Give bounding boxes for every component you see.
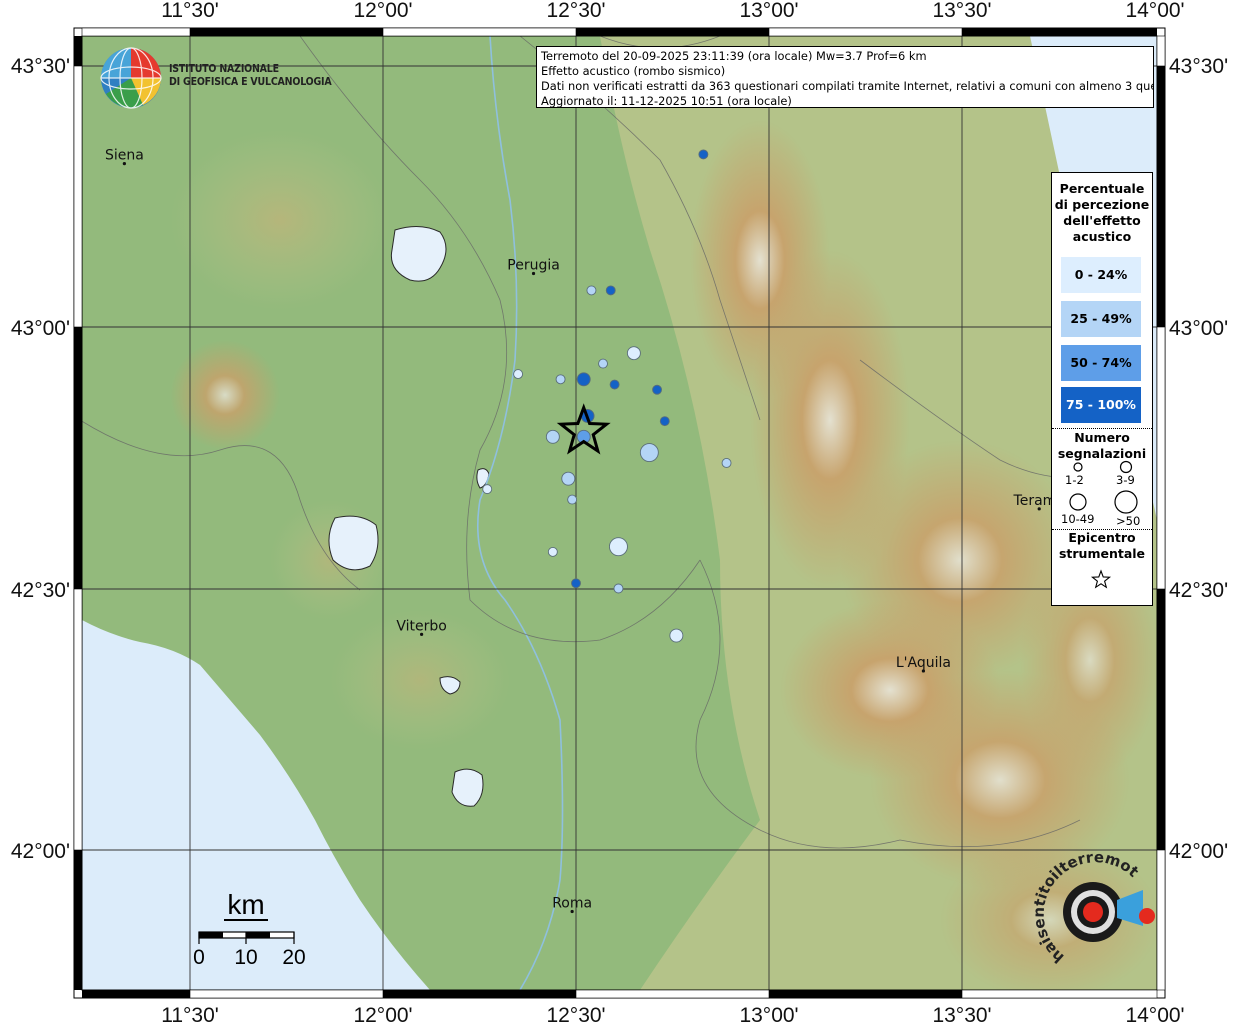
city-label: L'Aquila <box>896 655 951 671</box>
observation-circle <box>586 285 597 296</box>
lat-tick-label: 42°30' <box>1169 579 1228 602</box>
lat-tick-label: 42°00' <box>1169 840 1228 863</box>
legend-panel: Percentuale di percezione dell'effetto a… <box>1051 172 1153 606</box>
lat-tick-label: 43°30' <box>1169 55 1228 78</box>
observation-circle <box>576 372 591 387</box>
ingv-globe-logo <box>100 47 162 109</box>
epicenter-star-icon <box>1090 569 1112 589</box>
latitude-labels-left: 43°30' 43°00' 42°30' 42°00' <box>11 55 70 863</box>
lat-tick-label: 42°30' <box>11 579 70 602</box>
legend-count-label: >50 <box>1116 514 1141 528</box>
lon-tick-label: 12°30' <box>546 1004 605 1024</box>
lon-tick-label: 14°00' <box>1125 1004 1184 1024</box>
scale-bar-label: 10 <box>234 946 257 969</box>
longitude-labels-top: 11°30' 12°00' 12°30' 13°00' 13°30' 14°00… <box>161 0 1184 22</box>
scale-bar-label: 0 <box>193 946 205 969</box>
legend-epicenter-title: Epicentro strumentale <box>1052 530 1152 562</box>
effect-type: Effetto acustico (rombo sismico) <box>541 64 726 78</box>
institute-name-line: ISTITUTO NAZIONALE <box>169 63 279 75</box>
institute-name: ISTITUTO NAZIONALE DI GEOFISICA E VULCAN… <box>169 63 332 89</box>
observation-circle <box>545 429 560 444</box>
data-note: Dati non verificati estratti da 363 ques… <box>541 79 1154 93</box>
lat-tick-label: 43°30' <box>11 55 70 78</box>
legend-count-label: 1-2 <box>1065 473 1084 487</box>
lon-tick-label: 12°00' <box>353 0 412 22</box>
lon-tick-label: 12°00' <box>353 1004 412 1024</box>
legend-class-swatch: 75 - 100% <box>1061 387 1141 423</box>
observation-circle <box>547 546 558 557</box>
scale-bar-label: 20 <box>282 946 305 969</box>
lon-tick-label: 14°00' <box>1125 0 1184 22</box>
legend-size-circle <box>1114 490 1138 514</box>
observation-circle <box>613 583 624 594</box>
observation-circle <box>698 149 709 160</box>
legend-title-line: acustico <box>1072 229 1132 244</box>
legend-title: Percentuale di percezione dell'effetto a… <box>1052 181 1152 245</box>
observation-circle <box>669 628 684 643</box>
legend-count-label: 10-49 <box>1061 512 1095 526</box>
legend-title-line: Percentuale <box>1059 181 1145 196</box>
observation-circle <box>598 358 608 369</box>
legend-size-circle <box>1119 460 1133 474</box>
lon-tick-label: 12°30' <box>546 0 605 22</box>
legend-title-line: di percezione <box>1054 197 1150 212</box>
city-label: Siena <box>105 148 144 164</box>
observation-circle <box>652 384 663 395</box>
lat-tick-label: 42°00' <box>11 840 70 863</box>
city-label: Roma <box>552 896 592 912</box>
legend-count-title-line: Numero <box>1074 430 1130 445</box>
observation-circle <box>609 379 620 390</box>
event-title: Terremoto del 20-09-2025 23:11:39 (ora l… <box>541 49 927 63</box>
legend-epicenter-line: Epicentro <box>1068 530 1136 545</box>
city-label: Perugia <box>507 257 560 273</box>
legend-title-line: dell'effetto <box>1063 213 1141 228</box>
observation-circle <box>567 494 578 505</box>
institute-name-line: DI GEOFISICA E VULCANOLOGIA <box>169 76 332 88</box>
legend-size-circle <box>1069 493 1087 511</box>
observation-circle <box>513 369 524 380</box>
observation-circle <box>561 471 576 486</box>
scale-bar-unit: km <box>227 889 264 920</box>
lat-tick-label: 43°00' <box>1169 317 1228 340</box>
longitude-labels-bottom: 11°30' 12°00' 12°30' 13°00' 13°30' 14°00… <box>161 1004 1184 1024</box>
lon-tick-label: 11°30' <box>161 0 219 22</box>
observation-circle <box>659 416 670 427</box>
latitude-labels-right: 43°30' 43°00' 42°30' 42°00' <box>1169 55 1228 863</box>
observation-circle <box>482 484 493 495</box>
observation-circle <box>555 374 566 385</box>
observation-circle <box>605 285 616 296</box>
observation-circle <box>626 346 641 361</box>
lon-tick-label: 13°00' <box>739 1004 798 1024</box>
lon-tick-label: 13°30' <box>932 1004 991 1024</box>
legend-class-swatch: 50 - 74% <box>1061 345 1141 381</box>
legend-class-swatch: 25 - 49% <box>1061 301 1141 337</box>
observation-circle <box>721 458 732 468</box>
lat-tick-label: 43°00' <box>11 317 70 340</box>
lon-tick-label: 13°00' <box>739 0 798 22</box>
event-info-box: Terremoto del 20-09-2025 23:11:39 (ora l… <box>536 46 1154 108</box>
observation-circle <box>609 537 628 557</box>
legend-epicenter-line: strumentale <box>1058 546 1146 561</box>
legend-class-swatch: 0 - 24% <box>1061 257 1141 293</box>
legend-count-label: 3-9 <box>1116 473 1135 487</box>
legend-divider <box>1052 428 1152 429</box>
observation-circle <box>639 443 659 462</box>
observation-circle <box>571 578 581 589</box>
lon-tick-label: 13°30' <box>932 0 991 22</box>
city-label: Viterbo <box>396 618 446 634</box>
updated-timestamp: Aggiornato il: 11-12-2025 10:51 (ora loc… <box>541 94 792 108</box>
terrain-relief <box>82 36 1157 990</box>
legend-size-circle <box>1073 462 1083 472</box>
lon-tick-label: 11°30' <box>161 1004 219 1024</box>
